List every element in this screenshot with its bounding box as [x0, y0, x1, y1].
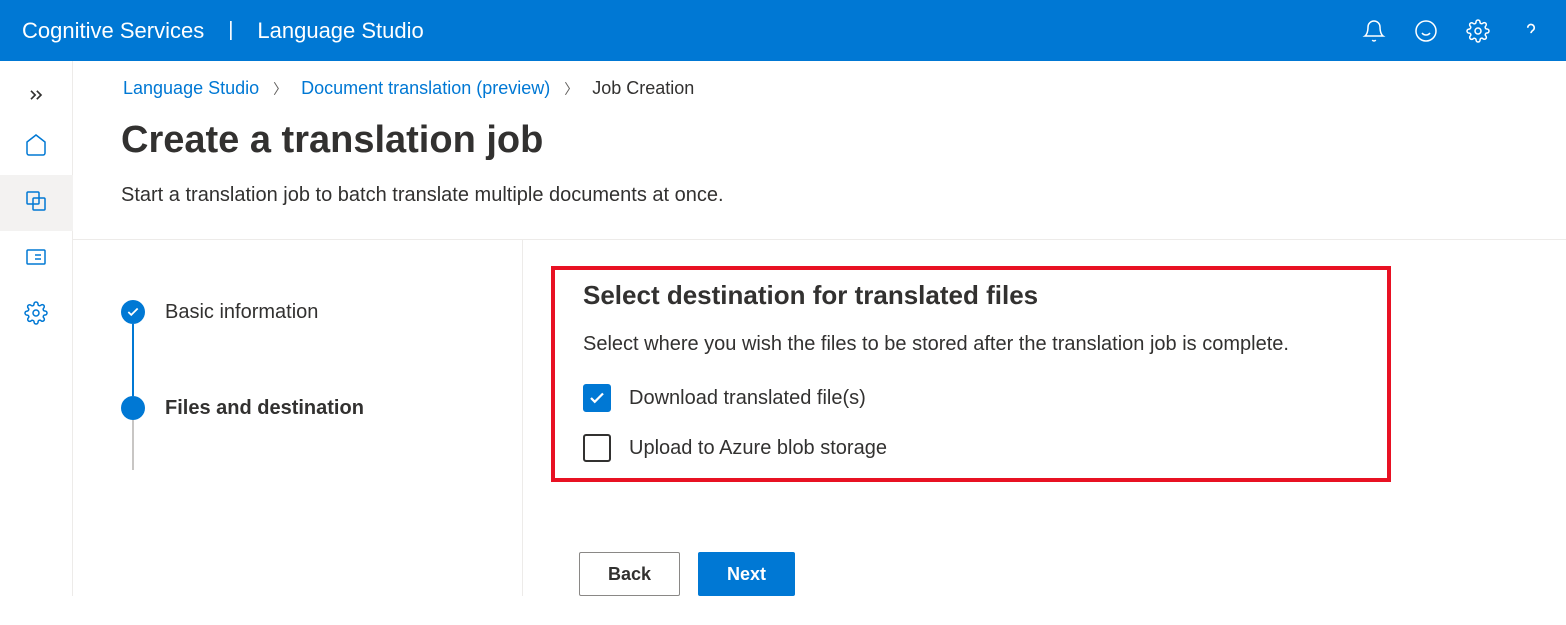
top-header: Cognitive Services | Language Studio [0, 0, 1566, 61]
checkbox-unchecked[interactable] [583, 434, 611, 462]
sidebar-settings[interactable] [0, 287, 73, 343]
step-current-icon [121, 396, 145, 420]
sidebar [0, 61, 73, 596]
breadcrumb: Language Studio 〉 Document translation (… [73, 61, 1566, 99]
page-description: Start a translation job to batch transla… [73, 162, 1566, 207]
step-basic-info[interactable]: Basic information [121, 300, 522, 324]
page-title: Create a translation job [73, 99, 1566, 162]
sidebar-form[interactable] [0, 231, 73, 287]
step-label: Basic information [165, 301, 318, 324]
expand-icon [26, 85, 46, 110]
translate-icon [24, 189, 48, 218]
step-files-destination[interactable]: Files and destination [121, 396, 522, 420]
next-button[interactable]: Next [698, 552, 795, 596]
sidebar-translate[interactable] [0, 175, 73, 231]
help-icon[interactable] [1518, 18, 1544, 44]
settings-icon[interactable] [1466, 19, 1490, 43]
sidebar-expand[interactable] [0, 75, 73, 119]
form-icon [24, 245, 48, 274]
option-upload-blob[interactable]: Upload to Azure blob storage [583, 434, 1359, 462]
step-complete-icon [121, 300, 145, 324]
checkbox-label: Download translated file(s) [629, 387, 866, 410]
brand-title[interactable]: Cognitive Services [22, 18, 204, 44]
option-download[interactable]: Download translated file(s) [583, 384, 1359, 412]
panel-title: Select destination for translated files [583, 280, 1359, 311]
wizard-steps: Basic information Files and destination [73, 240, 523, 596]
feedback-icon[interactable] [1414, 19, 1438, 43]
step-label: Files and destination [165, 397, 364, 420]
checkbox-checked[interactable] [583, 384, 611, 412]
back-button[interactable]: Back [579, 552, 680, 596]
panel-description: Select where you wish the files to be st… [583, 333, 1359, 356]
destination-panel: Select destination for translated files … [551, 266, 1391, 482]
checkbox-label: Upload to Azure blob storage [629, 437, 887, 460]
breadcrumb-link[interactable]: Language Studio [123, 78, 259, 99]
header-divider: | [228, 19, 233, 42]
breadcrumb-link[interactable]: Document translation (preview) [301, 78, 550, 99]
home-icon [24, 133, 48, 162]
notification-icon[interactable] [1362, 19, 1386, 43]
gear-icon [24, 301, 48, 330]
sidebar-home[interactable] [0, 119, 73, 175]
app-title[interactable]: Language Studio [257, 18, 423, 44]
step-connector [132, 420, 134, 470]
breadcrumb-current: Job Creation [592, 78, 694, 99]
step-connector [132, 324, 134, 396]
chevron-right-icon: 〉 [564, 79, 578, 99]
chevron-right-icon: 〉 [273, 79, 287, 99]
